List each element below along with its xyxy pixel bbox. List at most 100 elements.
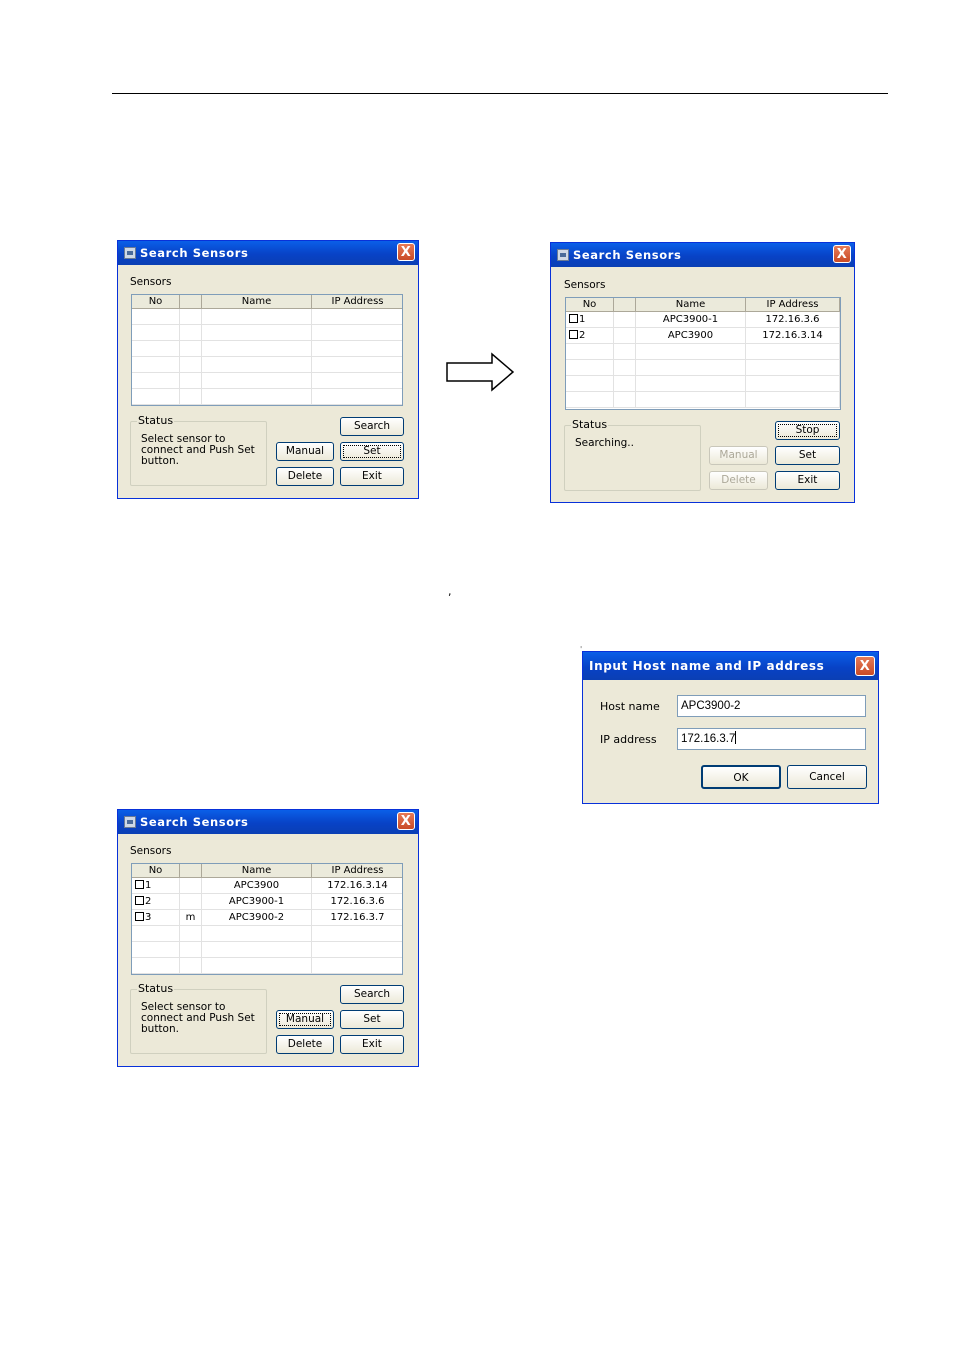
delete-button[interactable]: Delete	[276, 467, 334, 486]
col-ip[interactable]: IP Address	[746, 298, 840, 312]
ip-address-field[interactable]: 172.16.3.7	[677, 728, 866, 750]
dialog-title: Search Sensors	[573, 248, 682, 262]
table-row[interactable]	[132, 958, 402, 974]
col-flag[interactable]	[614, 298, 636, 312]
col-name[interactable]: Name	[202, 864, 312, 878]
col-ip[interactable]: IP Address	[312, 864, 402, 878]
table-row[interactable]: 3 m APC3900-2 172.16.3.7	[132, 910, 402, 926]
titlebar[interactable]: Input Host name and IP address X	[583, 652, 878, 680]
col-ip[interactable]: IP Address	[312, 295, 402, 309]
delete-button[interactable]: Delete	[709, 471, 768, 490]
checkbox[interactable]	[135, 896, 144, 905]
sensors-list[interactable]: No Name IP Address 1 APC3900-1 172.16.3.…	[565, 297, 841, 410]
col-no[interactable]: No	[132, 295, 180, 309]
sensors-label: Sensors	[564, 279, 606, 291]
cancel-button[interactable]: Cancel	[787, 765, 867, 789]
row-name: APC3900-1	[636, 312, 746, 328]
table-row[interactable]	[132, 325, 402, 341]
col-no[interactable]: No	[566, 298, 614, 312]
sensors-list[interactable]: No Name IP Address	[131, 294, 403, 406]
sensors-list[interactable]: No Name IP Address 1 APC3900 172.16.3.14…	[131, 863, 403, 975]
table-row[interactable]	[566, 392, 840, 408]
row-ip: 172.16.3.6	[746, 312, 840, 328]
table-row[interactable]	[132, 942, 402, 958]
table-row[interactable]: 1 APC3900-1 172.16.3.6	[566, 312, 840, 328]
search-button[interactable]: Search	[340, 417, 404, 436]
list-header: No Name IP Address	[566, 298, 840, 312]
titlebar[interactable]: Search Sensors X	[118, 241, 418, 265]
col-no[interactable]: No	[132, 864, 180, 878]
stray-comma: ,	[448, 585, 452, 598]
status-text: Select sensor to connect and Push Set bu…	[141, 433, 255, 467]
table-row[interactable]	[566, 376, 840, 392]
row-name: APC3900	[636, 328, 746, 344]
status-group: Status Searching..	[564, 418, 701, 491]
table-row[interactable]: 2 APC3900 172.16.3.14	[566, 328, 840, 344]
checkbox[interactable]	[135, 880, 144, 889]
exit-button[interactable]: Exit	[340, 467, 404, 486]
set-button[interactable]: Set	[775, 446, 840, 465]
header-rule	[112, 93, 888, 94]
row-flag	[614, 312, 636, 328]
input-host-dialog: Input Host name and IP address X Host na…	[582, 651, 879, 804]
table-row[interactable]	[132, 926, 402, 942]
row-flag	[614, 328, 636, 344]
sensor-app-icon	[557, 249, 569, 261]
row-no: 2	[132, 894, 180, 910]
row-name: APC3900	[202, 878, 312, 894]
col-name[interactable]: Name	[636, 298, 746, 312]
table-row[interactable]	[132, 341, 402, 357]
close-icon[interactable]: X	[397, 812, 415, 830]
status-label: Status	[137, 982, 175, 995]
titlebar[interactable]: Search Sensors X	[551, 243, 854, 267]
search-sensors-dialog-initial: Search Sensors X Sensors No Name IP Addr…	[117, 240, 419, 499]
row-name: APC3900-1	[202, 894, 312, 910]
sensor-app-icon	[124, 247, 136, 259]
search-button[interactable]: Search	[340, 985, 404, 1004]
manual-button[interactable]: Manual	[276, 1010, 334, 1029]
close-icon[interactable]: X	[833, 245, 851, 263]
close-icon[interactable]: X	[397, 243, 415, 261]
col-flag[interactable]	[180, 864, 202, 878]
stop-button[interactable]: Stop	[775, 421, 840, 440]
list-header: No Name IP Address	[132, 864, 402, 878]
exit-button[interactable]: Exit	[775, 471, 840, 490]
delete-button[interactable]: Delete	[276, 1035, 334, 1054]
row-no: 1	[566, 312, 614, 328]
row-name: APC3900-2	[202, 910, 312, 926]
table-row[interactable]	[566, 360, 840, 376]
search-sensors-dialog-searching: Search Sensors X Sensors No Name IP Addr…	[550, 242, 855, 503]
status-text: Select sensor to connect and Push Set bu…	[141, 1001, 255, 1035]
sensors-label: Sensors	[130, 845, 172, 857]
table-row[interactable]	[132, 309, 402, 325]
checkbox[interactable]	[569, 314, 578, 323]
col-flag[interactable]	[180, 295, 202, 309]
dialog-title: Input Host name and IP address	[589, 659, 825, 673]
status-text: Searching..	[575, 437, 634, 449]
status-group: Status Select sensor to connect and Push…	[130, 982, 267, 1054]
table-row[interactable]: 1 APC3900 172.16.3.14	[132, 878, 402, 894]
checkbox[interactable]	[569, 330, 578, 339]
close-icon[interactable]: X	[855, 656, 875, 676]
col-name[interactable]: Name	[202, 295, 312, 309]
sensors-label: Sensors	[130, 276, 172, 288]
set-button[interactable]: Set	[340, 1010, 404, 1029]
ip-address-label: IP address	[600, 733, 657, 746]
table-row[interactable]	[132, 373, 402, 389]
checkbox[interactable]	[135, 912, 144, 921]
host-name-label: Host name	[600, 700, 660, 713]
row-ip: 172.16.3.7	[312, 910, 402, 926]
ok-button[interactable]: OK	[701, 765, 781, 789]
set-button[interactable]: Set	[340, 442, 404, 461]
table-row[interactable]: 2 APC3900-1 172.16.3.6	[132, 894, 402, 910]
manual-button[interactable]: Manual	[709, 446, 768, 465]
manual-button[interactable]: Manual	[276, 442, 334, 461]
exit-button[interactable]: Exit	[340, 1035, 404, 1054]
table-row[interactable]	[132, 357, 402, 373]
titlebar[interactable]: Search Sensors X	[118, 810, 418, 834]
table-row[interactable]	[132, 389, 402, 405]
row-flag: m	[180, 910, 202, 926]
list-header: No Name IP Address	[132, 295, 402, 309]
host-name-field[interactable]: APC3900-2	[677, 695, 866, 717]
table-row[interactable]	[566, 344, 840, 360]
